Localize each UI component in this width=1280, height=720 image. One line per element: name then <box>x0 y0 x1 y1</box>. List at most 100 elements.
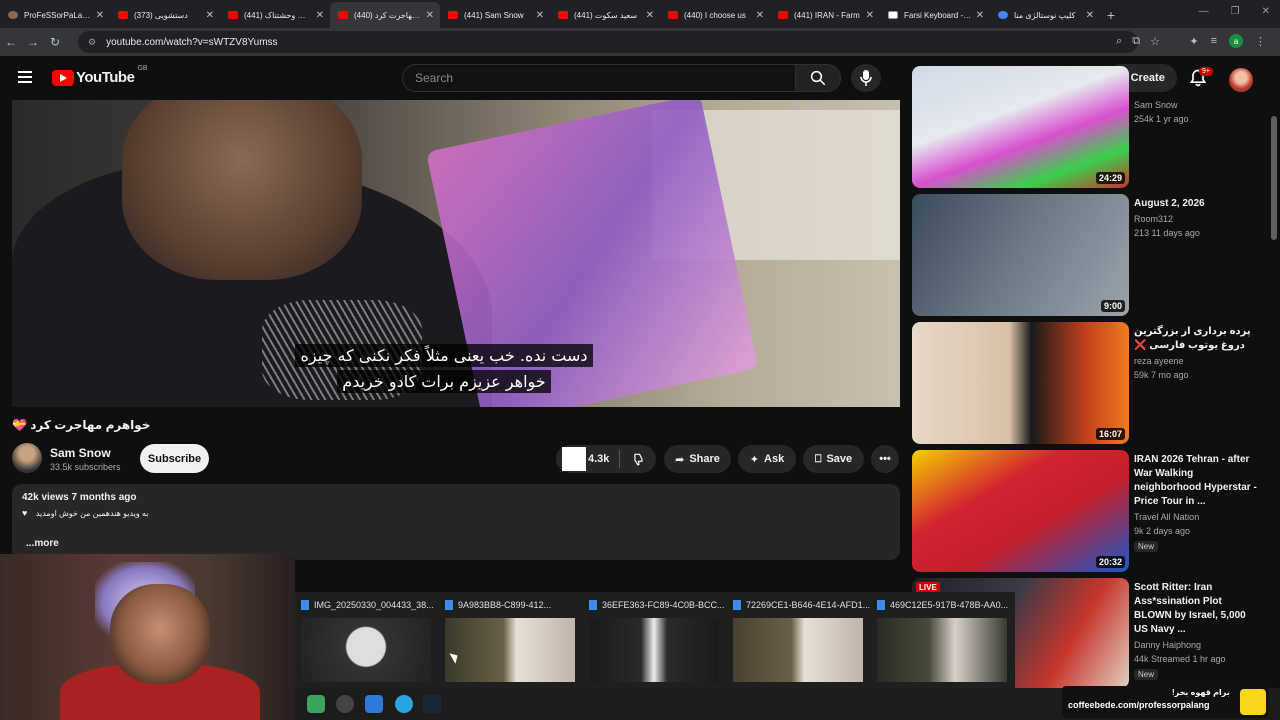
divider <box>619 450 621 468</box>
recommendation-title: IRAN 2026 Tehran - after War Walking nei… <box>1134 454 1257 507</box>
save-button[interactable]: ⎕ Save <box>803 445 864 473</box>
image-file-icon <box>589 600 597 610</box>
close-tab-icon[interactable]: ✕ <box>536 10 544 21</box>
new-tab-button[interactable]: + <box>1100 2 1122 28</box>
scrollbar-thumb[interactable] <box>1271 116 1277 240</box>
subscribe-button[interactable]: Subscribe <box>140 444 209 473</box>
app-taskbar-icon[interactable] <box>307 695 325 713</box>
recommendation-meta: 59k 7 mo ago <box>1134 370 1189 380</box>
browser-tab[interactable]: ProFeSSorPaLaNg ✕ <box>0 2 110 28</box>
youtube-logo[interactable]: YouTube GB <box>52 65 148 86</box>
close-tab-icon[interactable]: ✕ <box>96 10 104 21</box>
video-title: خواهرم مهاجرت کرد 💝 <box>12 418 151 432</box>
channel-avatar[interactable] <box>12 443 42 473</box>
more-actions-button[interactable]: ••• <box>871 445 899 473</box>
media-player-taskbar-icon[interactable] <box>336 695 354 713</box>
ask-button[interactable]: ✦ Ask <box>738 445 796 473</box>
youtube-favicon-icon <box>668 11 678 19</box>
share-button[interactable]: ➦ Share <box>664 445 731 473</box>
duration-badge: 24:29 <box>1095 172 1125 184</box>
close-tab-icon[interactable]: ✕ <box>976 10 984 21</box>
caption-line-2: خواهر عزیزم برات کادو خریدم <box>337 370 551 393</box>
webcam-overlay <box>0 554 295 720</box>
channel-name[interactable]: Sam Snow <box>50 446 111 460</box>
close-tab-icon[interactable]: ✕ <box>426 10 434 21</box>
page-scrollbar[interactable] <box>1268 100 1280 690</box>
telegram-taskbar-icon[interactable] <box>395 695 413 713</box>
like-count: 4.3k <box>588 453 610 465</box>
search-icon <box>810 70 826 86</box>
video-thumbnail[interactable]: 24:29 <box>912 66 1129 188</box>
dislike-icon[interactable] <box>632 452 646 466</box>
microphone-icon <box>860 70 872 86</box>
extensions-icon[interactable]: ✦ <box>1189 35 1198 48</box>
install-app-icon[interactable]: ⧉ <box>1132 35 1140 48</box>
file-preview[interactable]: 9A983BB8-C899-412... <box>445 600 585 682</box>
youtube-favicon-icon <box>228 11 238 19</box>
browser-tab[interactable]: (441) سعید سکوت ✕ <box>550 2 660 28</box>
video-thumbnail[interactable]: 20:32 <box>912 450 1129 572</box>
site-info-icon[interactable]: ⚙ <box>88 37 96 48</box>
recommendation-meta: 44k Streamed 1 hr ago <box>1134 654 1226 664</box>
browser-menu-icon[interactable]: ⋮ <box>1255 35 1266 48</box>
profile-icon[interactable]: a <box>1229 34 1243 48</box>
caption-line-1: دست نده. خب یعنی مثلاً فکر نکنی که چیزه <box>295 344 593 367</box>
browser-tab[interactable]: (440) I choose us ✕ <box>660 2 770 28</box>
browser-tab[interactable]: Farsi Keyboard - ... ✕ <box>880 2 990 28</box>
close-tab-icon[interactable]: ✕ <box>646 10 654 21</box>
close-tab-icon[interactable]: ✕ <box>316 10 324 21</box>
show-more-link[interactable]: ...more <box>26 538 59 549</box>
search-input[interactable]: Search <box>402 64 796 92</box>
menu-icon[interactable] <box>18 71 32 83</box>
image-file-icon <box>301 600 309 610</box>
youtube-favicon-icon <box>448 11 458 19</box>
youtube-favicon-icon <box>558 11 568 19</box>
voice-search-button[interactable] <box>851 64 881 92</box>
file-preview[interactable]: 36EFE363-FC89-4C0B-BCC... <box>589 600 729 682</box>
forward-icon[interactable]: → <box>22 35 44 49</box>
recommendation-meta: 9k 2 days ago <box>1134 526 1191 536</box>
close-tab-icon[interactable]: ✕ <box>866 10 874 21</box>
heart-icon: ♥ <box>22 508 28 518</box>
close-tab-icon[interactable]: ✕ <box>1086 10 1094 21</box>
google-favicon-icon <box>998 11 1008 19</box>
browser-tab[interactable]: (441) Sam Snow ✕ <box>440 2 550 28</box>
close-tab-icon[interactable]: ✕ <box>756 10 764 21</box>
browser-tab-bar: ProFeSSorPaLaNg✕ (373) دستشویی✕ (441) از… <box>0 0 1280 28</box>
description-box[interactable]: 42k views 7 months ago ♥ به ویدیو هندهمی… <box>12 484 900 560</box>
minimize-icon[interactable]: — <box>1199 6 1209 17</box>
steam-taskbar-icon[interactable] <box>423 695 441 713</box>
browser-tab[interactable]: (441) IRAN - Farm ✕ <box>770 2 880 28</box>
file-preview[interactable]: IMG_20250330_004433_38... <box>301 600 441 682</box>
file-thumbnail <box>589 618 719 682</box>
file-preview[interactable]: 469C12E5-917B-478B-AA0... <box>877 600 1017 682</box>
video-thumbnail[interactable]: 16:07 <box>912 322 1129 444</box>
browser-tab[interactable]: (373) دستشویی ✕ <box>110 2 220 28</box>
zoom-icon[interactable]: ⌕ <box>1116 35 1122 48</box>
recommendation-meta: 254k 1 yr ago <box>1134 114 1189 124</box>
file-thumbnail <box>877 618 1007 682</box>
video-thumbnail[interactable]: 9:00 <box>912 194 1129 316</box>
back-icon[interactable]: ← <box>0 35 22 49</box>
file-preview[interactable]: 72269CE1-B646-4E14-AFD1... <box>733 600 873 682</box>
account-avatar[interactable] <box>1229 68 1253 92</box>
reading-list-icon[interactable]: ≡ <box>1211 35 1217 47</box>
recommendation-title: پرده برداری از بزرگترین دروغ یوتوب فارسی… <box>1134 326 1251 351</box>
window-controls: — ❐ ✕ <box>1199 6 1270 17</box>
browser-tab-active[interactable]: (440) خواهرم مهاجرت کرد✕ <box>330 2 440 28</box>
browser-tab[interactable]: (441) از اتفاق وحشتناک✕ <box>220 2 330 28</box>
like-button[interactable] <box>562 447 586 471</box>
close-window-icon[interactable]: ✕ <box>1262 6 1270 17</box>
recommendation-title: August 2, 2026 <box>1134 198 1205 209</box>
browser-tab[interactable]: کلیپ نوستالژی منا ✕ <box>990 2 1100 28</box>
reload-icon[interactable]: ↻ <box>44 35 66 49</box>
url-field[interactable]: ⚙ youtube.com/watch?v=sWTZV8Yumss <box>78 31 1138 53</box>
search-button[interactable] <box>795 64 841 92</box>
image-file-icon <box>733 600 741 610</box>
maximize-icon[interactable]: ❐ <box>1231 6 1240 17</box>
url-text: youtube.com/watch?v=sWTZV8Yumss <box>106 36 278 48</box>
close-tab-icon[interactable]: ✕ <box>206 10 214 21</box>
document-favicon-icon <box>888 11 898 19</box>
bookmark-star-icon[interactable]: ☆ <box>1150 35 1160 48</box>
photos-taskbar-icon[interactable] <box>365 695 383 713</box>
